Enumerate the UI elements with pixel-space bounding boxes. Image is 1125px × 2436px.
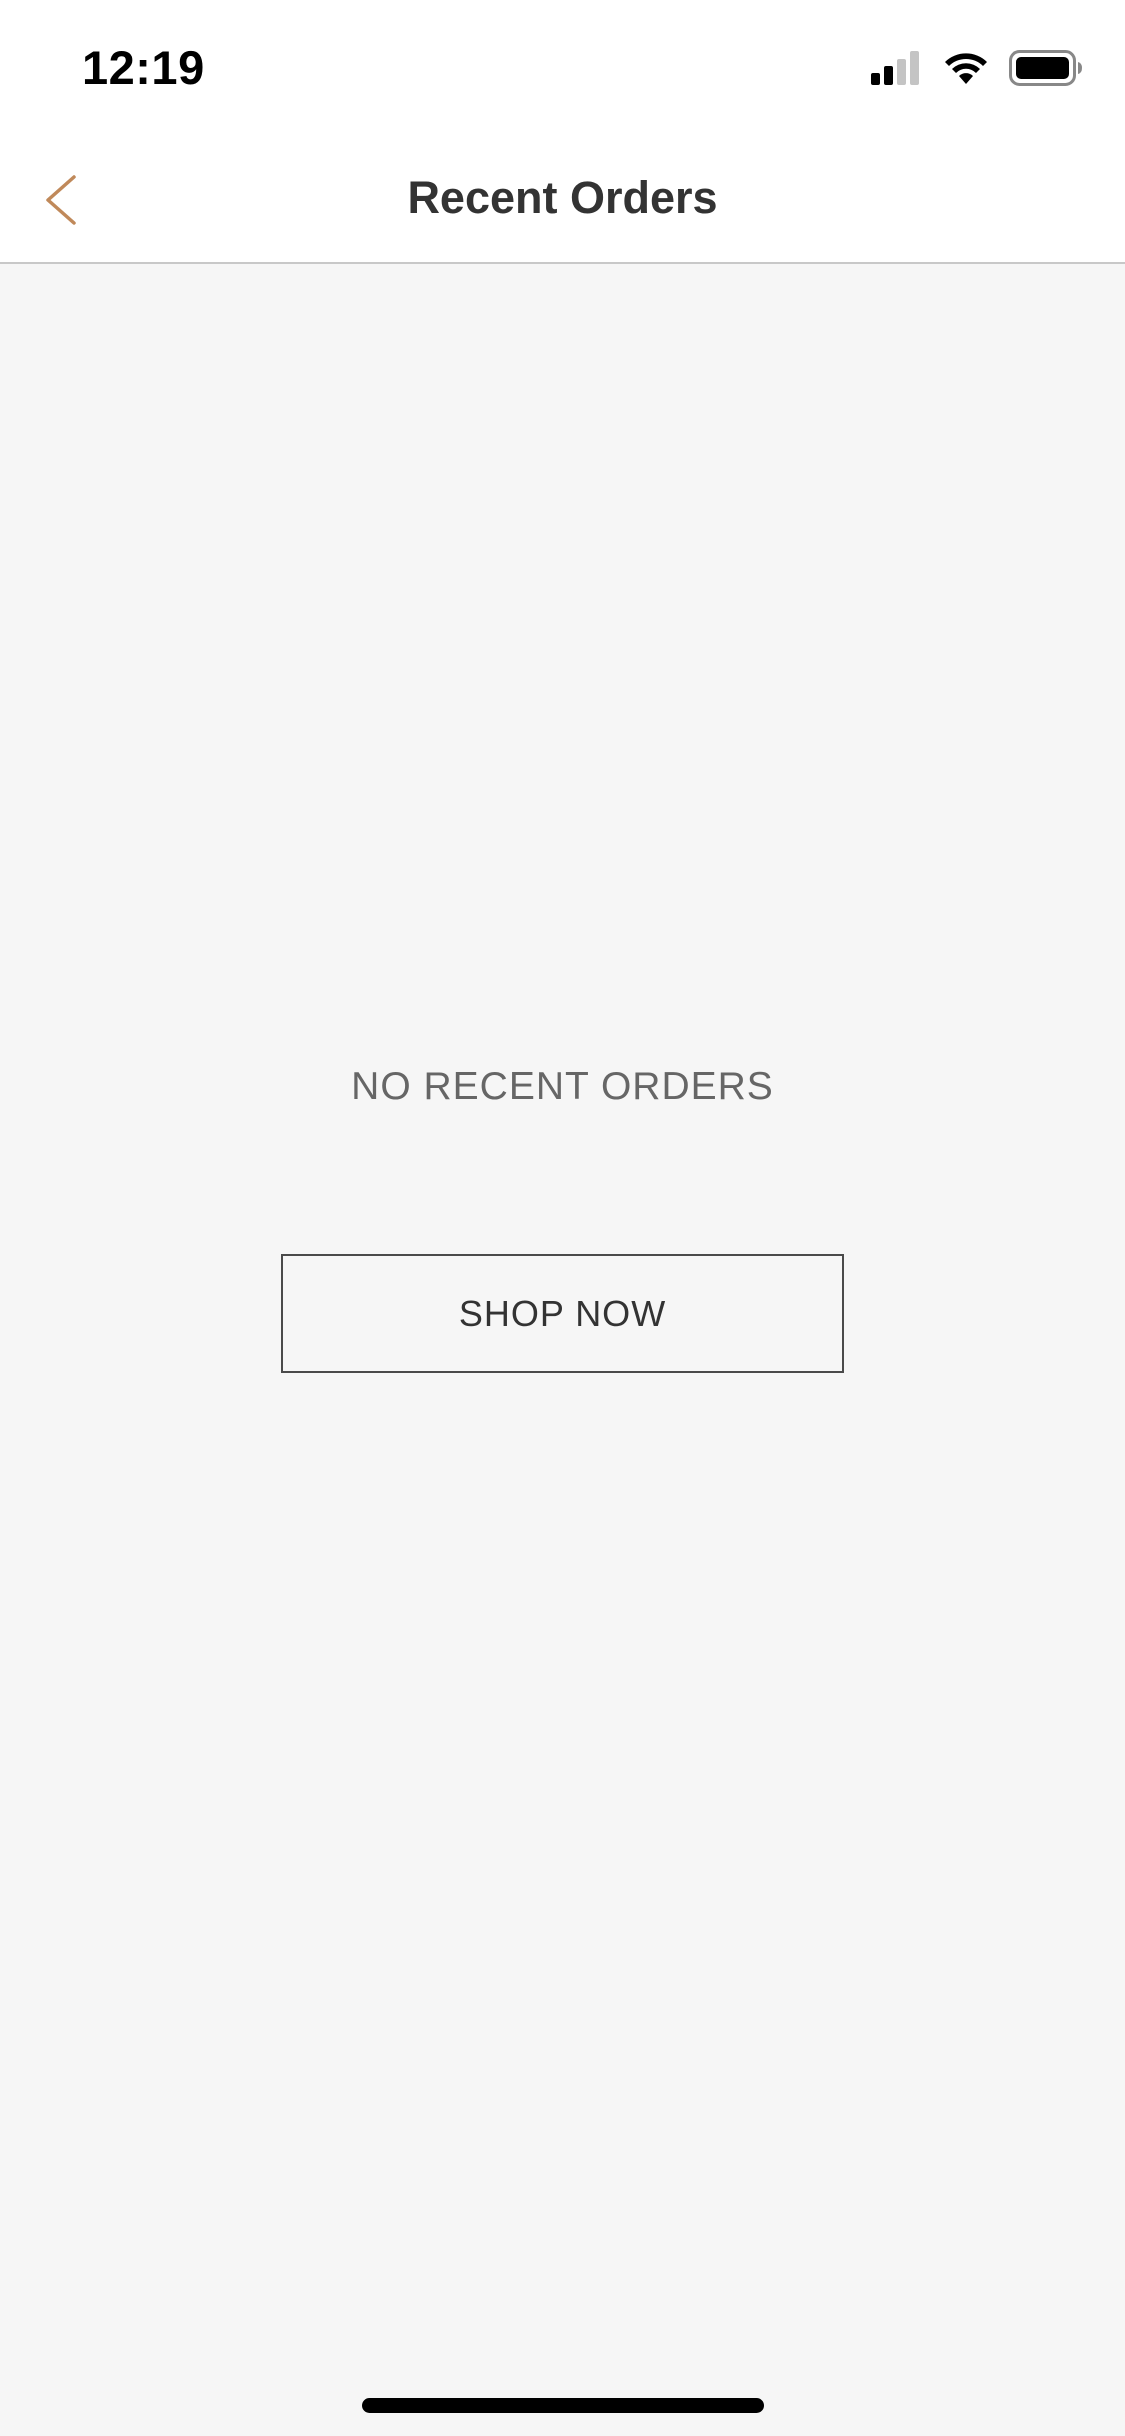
wifi-icon [943, 51, 989, 90]
empty-state-message: NO RECENT ORDERS [351, 1065, 774, 1108]
shop-now-button[interactable]: SHOP NOW [281, 1254, 844, 1373]
page-title: Recent Orders [407, 172, 718, 223]
status-icons [871, 49, 1083, 91]
status-time: 12:19 [82, 41, 205, 94]
navigation-bar: Recent Orders [0, 132, 1125, 264]
battery-icon [1009, 49, 1083, 91]
cellular-signal-icon [871, 50, 923, 90]
home-indicator[interactable] [362, 2398, 764, 2413]
status-bar: 12:19 [0, 0, 1125, 132]
